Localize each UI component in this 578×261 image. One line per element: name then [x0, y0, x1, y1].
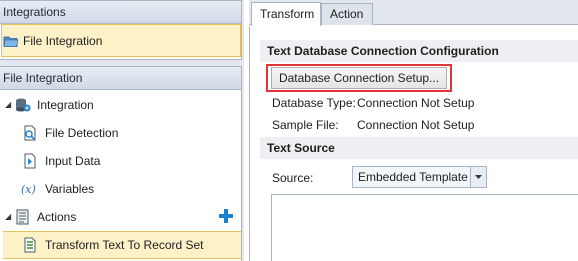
source-select[interactable]: Embedded Template [352, 166, 487, 188]
right-pane: Transform Action Text Database Connectio… [249, 0, 578, 261]
integrations-panel: Integrations File Integration [0, 0, 242, 60]
file-integration-label: File Integration [23, 33, 103, 48]
file-integration-header: File Integration [0, 67, 241, 90]
database-type-label: Database Type: [272, 96, 356, 110]
database-type-value: Connection Not Setup [357, 96, 475, 110]
expand-arrow-icon[interactable]: ◢ [5, 213, 13, 221]
tab-transform[interactable]: Transform [251, 2, 321, 26]
tree-item-actions[interactable]: ◢ Actions [0, 203, 241, 231]
tree-item-input-data[interactable]: Input Data [0, 147, 241, 175]
svg-text:(x): (x) [21, 183, 36, 196]
variable-icon: (x) [21, 183, 36, 196]
highlight-box [266, 64, 452, 92]
tree-label: Variables [45, 182, 95, 196]
database-type-row: Database Type: Connection Not Setup [272, 96, 474, 110]
sample-file-value: Connection Not Setup [357, 118, 475, 132]
transform-content: Text Database Connection Configuration D… [249, 26, 578, 261]
expand-arrow-icon[interactable]: ◢ [5, 101, 13, 109]
integration-db-icon [16, 98, 31, 112]
left-pane: Integrations File Integration File Integ… [0, 0, 244, 261]
source-label: Source: [272, 171, 314, 185]
tree-label: Integration [37, 98, 94, 112]
template-text-area[interactable] [271, 194, 578, 261]
tree-label: Input Data [45, 154, 101, 168]
file-detection-icon [24, 125, 36, 141]
tree-label: Actions [37, 210, 77, 224]
tab-action[interactable]: Action [321, 3, 373, 25]
tree-label: Transform Text To Record Set [45, 238, 204, 252]
section-header-text-source: Text Source [260, 137, 578, 159]
sample-file-row: Sample File: Connection Not Setup [272, 118, 474, 132]
transform-icon [24, 237, 36, 253]
integrations-header: Integrations [0, 1, 241, 24]
add-action-icon[interactable] [219, 209, 233, 223]
section-header-connection: Text Database Connection Configuration [260, 40, 578, 62]
file-integration-panel: File Integration ◢ Integration File Dete… [0, 66, 242, 261]
tree-item-transform[interactable]: Transform Text To Record Set [3, 231, 241, 259]
folder-icon [3, 36, 19, 47]
tab-bar: Transform Action [249, 0, 578, 26]
integration-tree: ◢ Integration File Detection Input Data … [0, 90, 241, 261]
actions-list-icon [16, 209, 29, 225]
dropdown-arrow-icon[interactable] [470, 167, 486, 187]
tree-label: File Detection [45, 126, 119, 140]
tree-item-integration[interactable]: ◢ Integration [0, 91, 241, 119]
tree-item-file-detection[interactable]: File Detection [0, 119, 241, 147]
input-data-icon [24, 153, 36, 169]
file-integration-item[interactable]: File Integration [1, 24, 241, 57]
source-select-value: Embedded Template [358, 170, 468, 184]
tree-item-variables[interactable]: (x) Variables [0, 175, 241, 203]
sample-file-label: Sample File: [272, 118, 339, 132]
